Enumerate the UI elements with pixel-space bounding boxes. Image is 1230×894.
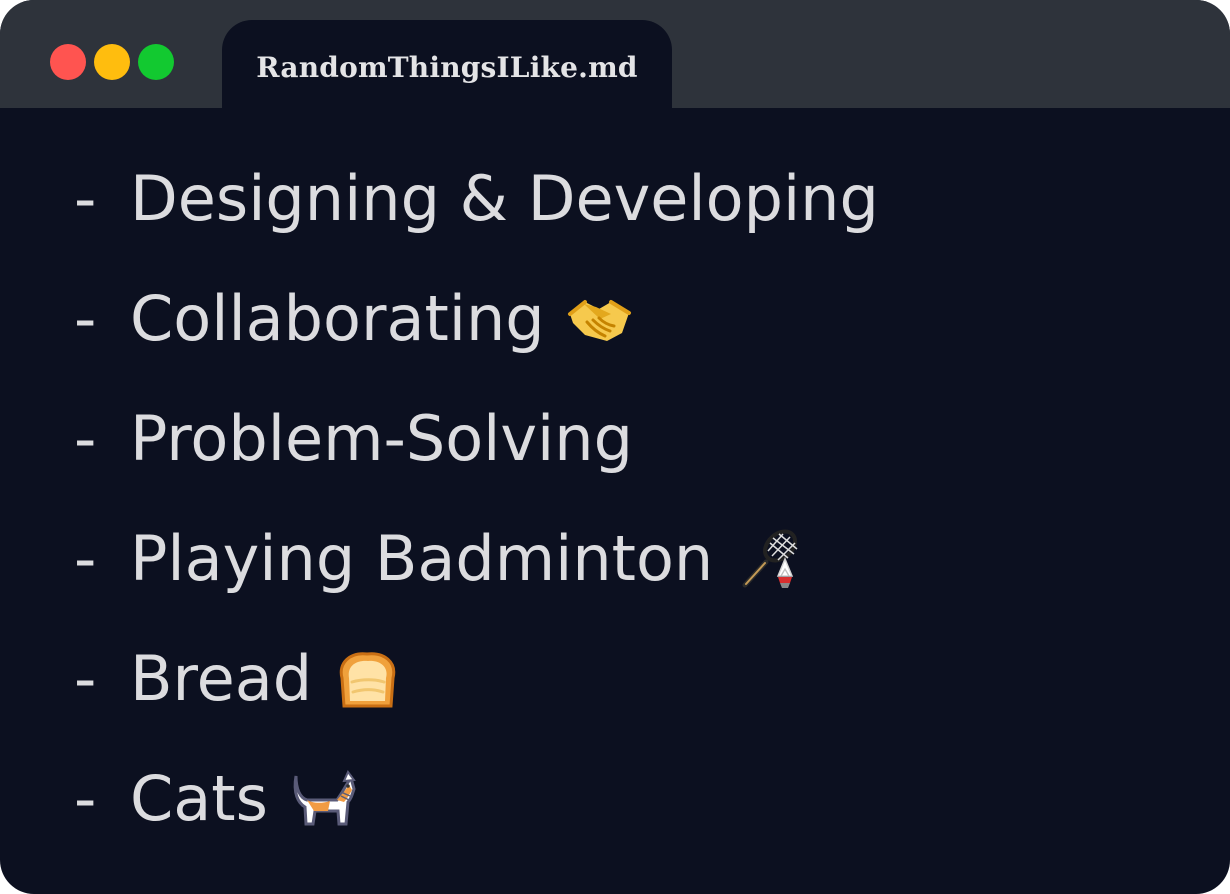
file-tab-label: RandomThingsILike.md: [256, 51, 638, 84]
markdown-content: - Designing & Developing - Collaborating…: [0, 108, 1230, 894]
list-item-text: Playing Badminton: [130, 522, 714, 595]
editor-window: RandomThingsILike.md - Designing & Devel…: [0, 0, 1230, 894]
cat-icon: [288, 764, 358, 834]
maximize-window-button[interactable]: [138, 44, 174, 80]
list-item-text: Bread: [130, 642, 313, 715]
list-marker: -: [74, 762, 97, 835]
list-marker: -: [74, 162, 97, 235]
list-item-text: Collaborating: [130, 282, 545, 355]
bread-icon: [332, 644, 402, 714]
list-marker: -: [74, 402, 97, 475]
list-marker: -: [74, 642, 97, 715]
handshake-icon: [565, 284, 635, 354]
list-item-text: Designing & Developing: [130, 162, 879, 235]
file-tab[interactable]: RandomThingsILike.md: [222, 20, 672, 108]
list-item-problem-solving: - Problem-Solving: [74, 394, 633, 484]
list-item-playing-badminton: - Playing Badminton: [74, 514, 803, 604]
list-marker: -: [74, 282, 97, 355]
badminton-icon: [733, 524, 803, 594]
list-item-collaborating: - Collaborating: [74, 274, 635, 364]
title-bar: RandomThingsILike.md: [0, 0, 1230, 108]
list-item-bread: - Bread: [74, 634, 402, 724]
close-window-button[interactable]: [50, 44, 86, 80]
list-item-cats: - Cats: [74, 754, 358, 844]
list-item-designing-developing: - Designing & Developing: [74, 154, 879, 244]
minimize-window-button[interactable]: [94, 44, 130, 80]
list-item-text: Cats: [130, 762, 268, 835]
list-item-text: Problem-Solving: [130, 402, 633, 475]
list-marker: -: [74, 522, 97, 595]
